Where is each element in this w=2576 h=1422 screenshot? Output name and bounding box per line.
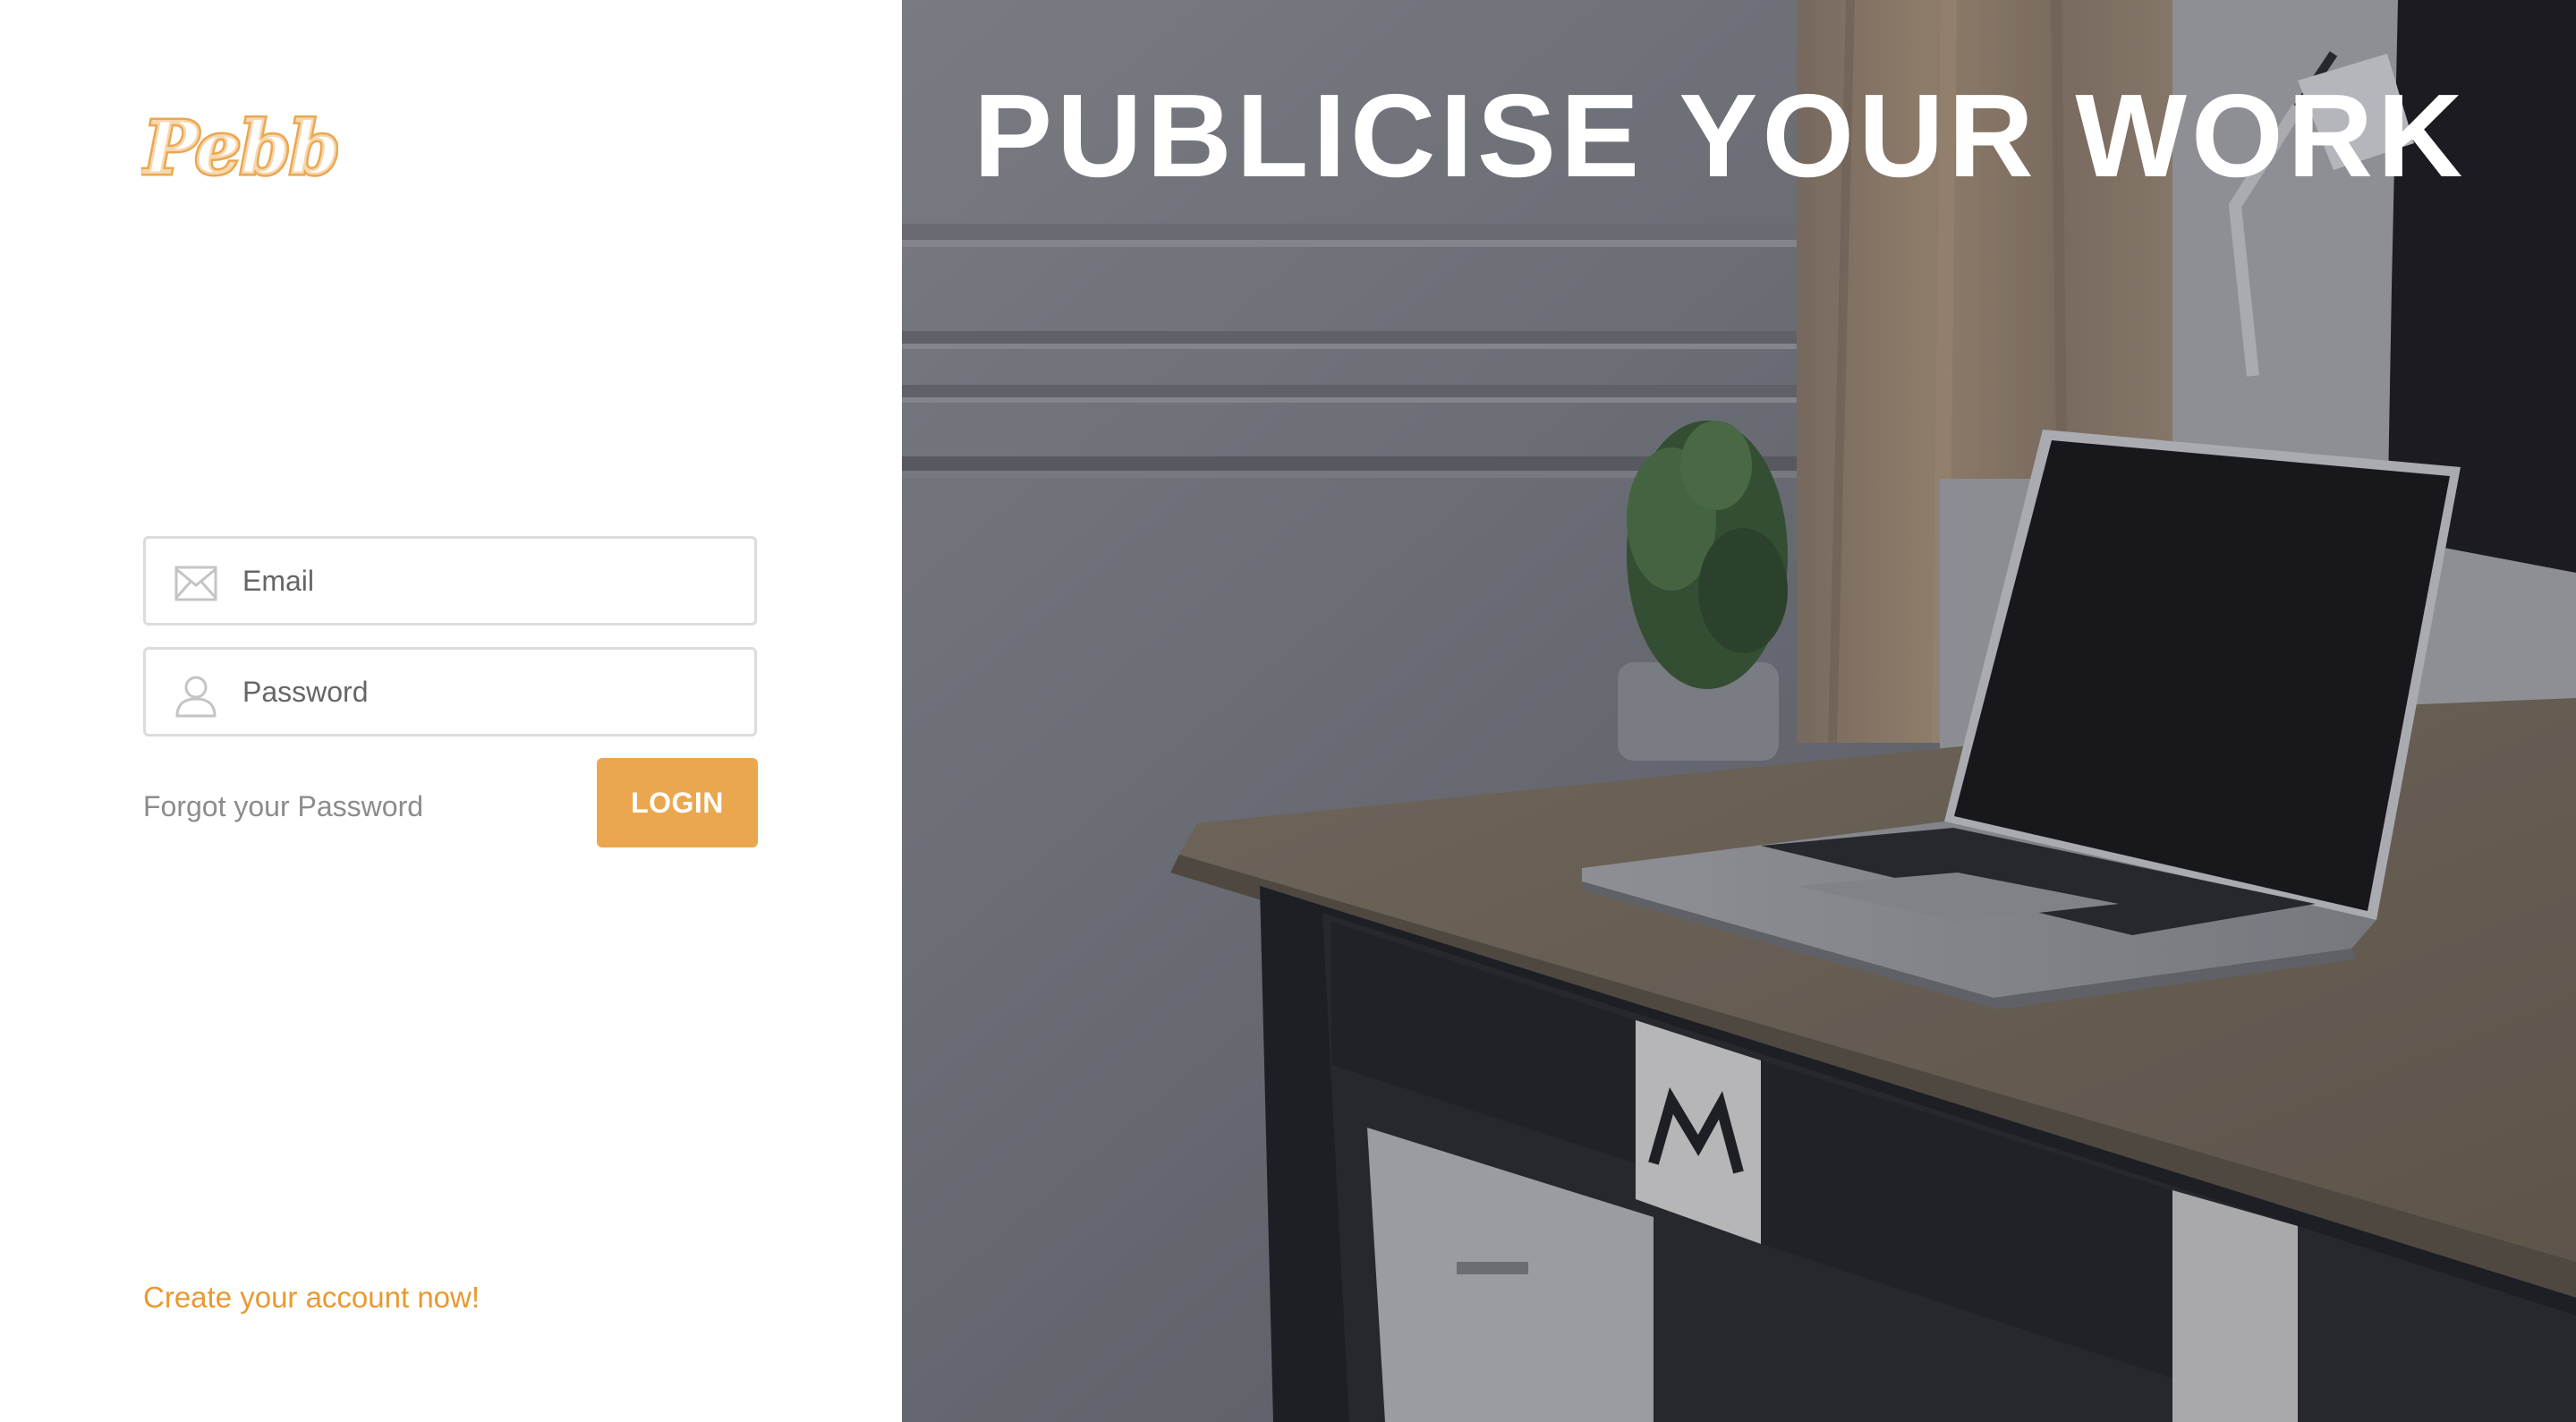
email-input[interactable] [242, 539, 744, 623]
login-panel: Pebbit Pebbit Forgot your Password LOGIN… [0, 0, 902, 1422]
password-field-container [143, 647, 757, 737]
hero-panel: PUBLICISE YOUR WORK [902, 0, 2576, 1422]
hero-headline: PUBLICISE YOUR WORK [973, 70, 2468, 201]
password-input[interactable] [242, 650, 744, 734]
create-account-link[interactable]: Create your account now! [143, 1276, 480, 1319]
user-icon [174, 675, 217, 718]
forgot-password-link[interactable]: Forgot your Password [143, 785, 423, 828]
hero-image [902, 0, 2576, 1422]
envelope-icon [174, 564, 217, 603]
login-button[interactable]: LOGIN [597, 758, 758, 847]
pebbit-logo: Pebbit Pebbit [141, 93, 338, 183]
email-field-container [143, 536, 757, 626]
svg-text:Pebbit: Pebbit [141, 106, 338, 183]
